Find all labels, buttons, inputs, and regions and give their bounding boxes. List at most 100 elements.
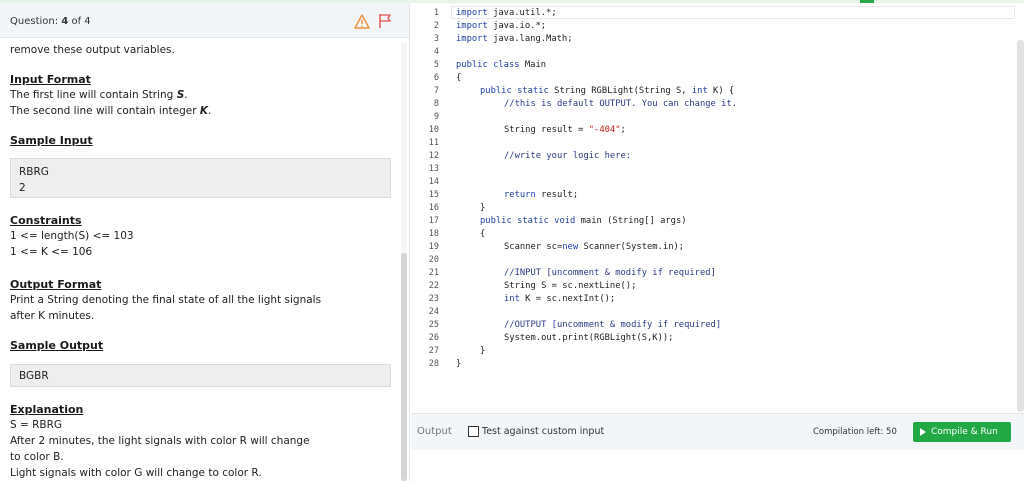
explanation-heading: Explanation: [10, 403, 84, 416]
output-format-line: Print a String denoting the final state …: [10, 294, 322, 306]
sample-input-box: RBRG 2: [10, 158, 391, 198]
sample-output-box: BGBR: [10, 364, 391, 387]
question-prefix: Question:: [10, 16, 59, 27]
line-number: 6: [433, 73, 439, 83]
line-number: 14: [428, 177, 439, 187]
code-line[interactable]: int K = sc.nextInt();: [504, 294, 615, 304]
play-icon: [920, 428, 926, 436]
problem-content: remove these output variables. Input For…: [10, 39, 394, 481]
question-indicator: Question: 4 of 4: [10, 16, 91, 27]
code-text: result;: [535, 190, 579, 200]
problem-scrollbar-thumb[interactable]: [401, 253, 407, 481]
line-number: 12: [428, 151, 439, 161]
line-number: 4: [433, 47, 439, 57]
input-format-line2: The second line will contain integer K.: [10, 105, 211, 117]
constraint-line: 1 <= K <= 106: [10, 246, 93, 258]
line-number: 2: [433, 21, 439, 31]
compile-run-label: Compile & Run: [931, 427, 998, 437]
line-number: 9: [433, 112, 439, 122]
keyword: import: [456, 21, 488, 31]
question-total: of 4: [71, 16, 91, 27]
line-number: 5: [433, 60, 439, 70]
input-line2-end: .: [208, 105, 212, 117]
explanation-line: to color B.: [10, 451, 64, 463]
keyword: import: [456, 34, 488, 44]
line-number: 28: [428, 359, 439, 369]
code-text: String RGBLight(String S,: [548, 86, 692, 96]
code-line[interactable]: }: [456, 359, 461, 369]
editor-scrollbar[interactable]: [1017, 40, 1024, 412]
custom-input-label[interactable]: Test against custom input: [482, 426, 604, 437]
line-number-gutter: 1 2 3 4 5 6 7 8 9 10 11 12 13 14 15 16 17 18 19 20 21 22 23 24 2…: [411, 3, 449, 413]
code-text: java.util.*;: [487, 8, 557, 18]
line-number: 24: [428, 307, 439, 317]
code-editor[interactable]: 1 2 3 4 5 6 7 8 9 10 11 12 13 14 15 16 17 18 19 20 21 22 23 24 2…: [411, 3, 1024, 413]
custom-input-checkbox[interactable]: [468, 426, 479, 437]
sample-output-value: BGBR: [19, 370, 49, 382]
keyword: public class: [456, 60, 520, 70]
code-line[interactable]: public class Main: [456, 60, 546, 70]
code-comment[interactable]: //write your logic here:: [504, 151, 631, 161]
line-number: 1: [433, 8, 439, 18]
sample-input-line: RBRG: [19, 166, 49, 178]
line-number: 23: [428, 294, 439, 304]
code-line[interactable]: String result = "-404";: [504, 125, 626, 135]
problem-pane: Question: 4 of 4 remove these output var…: [0, 3, 410, 481]
sample-output-heading: Sample Output: [10, 339, 104, 352]
line-number: 18: [428, 229, 439, 239]
line-number: 22: [428, 281, 439, 291]
code-line[interactable]: import java.lang.Math;: [456, 34, 573, 44]
line-number: 20: [428, 255, 439, 265]
constraints-heading: Constraints: [10, 214, 82, 227]
code-text: java.lang.Math;: [487, 34, 573, 44]
code-comment[interactable]: //this is default OUTPUT. You can change…: [504, 99, 737, 109]
line-number: 15: [428, 190, 439, 200]
input-format-heading: Input Format: [10, 73, 91, 86]
question-number: 4: [61, 16, 69, 27]
question-header: Question: 4 of 4: [0, 3, 409, 38]
line-number: 17: [428, 216, 439, 226]
input-line2-text: The second line will contain integer: [10, 105, 200, 117]
code-line[interactable]: import java.util.*;: [456, 8, 557, 18]
sample-input-line: 2: [19, 182, 26, 194]
string-literal: "-404": [588, 125, 621, 135]
keyword: new: [562, 242, 579, 252]
intro-text: remove these output variables.: [10, 44, 175, 56]
code-line[interactable]: Scanner sc=new Scanner(System.in);: [504, 242, 684, 252]
keyword: int: [691, 86, 708, 96]
warning-icon[interactable]: [354, 14, 370, 29]
keyword: return: [504, 190, 536, 200]
code-comment[interactable]: //OUTPUT [uncomment & modify if required…: [504, 320, 721, 330]
compile-run-button[interactable]: Compile & Run: [913, 422, 1011, 442]
line-number: 13: [428, 164, 439, 174]
keyword: int: [504, 294, 520, 304]
code-line[interactable]: String S = sc.nextLine();: [504, 281, 636, 291]
code-line[interactable]: public static void main (String[] args): [480, 216, 687, 226]
code-text: K = sc.nextInt();: [519, 294, 616, 304]
line-number: 26: [428, 333, 439, 343]
line-number: 7: [433, 86, 439, 96]
output-format-heading: Output Format: [10, 278, 102, 291]
code-text: Scanner(System.in);: [578, 242, 685, 252]
code-text: K) {: [707, 86, 735, 96]
sample-input-heading: Sample Input: [10, 134, 93, 147]
keyword: public static void: [480, 216, 576, 226]
code-line[interactable]: {: [480, 229, 485, 239]
line-number: 16: [428, 203, 439, 213]
code-comment[interactable]: //INPUT [uncomment & modify if required]: [504, 268, 716, 278]
explanation-line: Light signals with color G will change t…: [10, 467, 262, 479]
flag-icon[interactable]: [378, 13, 392, 29]
code-line[interactable]: public static String RGBLight(String S, …: [480, 86, 734, 96]
constraint-line: 1 <= length(S) <= 103: [10, 230, 134, 242]
code-line[interactable]: }: [480, 346, 485, 356]
code-line[interactable]: }: [480, 203, 485, 213]
run-toolbar: Output Test against custom input Compila…: [411, 413, 1024, 450]
code-line[interactable]: System.out.print(RGBLight(S,K));: [504, 333, 673, 343]
line-number: 27: [428, 346, 439, 356]
keyword: public static: [480, 86, 549, 96]
compilation-left-counter: Compilation left: 50: [813, 427, 897, 437]
code-line[interactable]: return result;: [504, 190, 578, 200]
code-line[interactable]: {: [456, 73, 461, 83]
code-line[interactable]: import java.io.*;: [456, 21, 546, 31]
output-panel: [411, 450, 1024, 481]
